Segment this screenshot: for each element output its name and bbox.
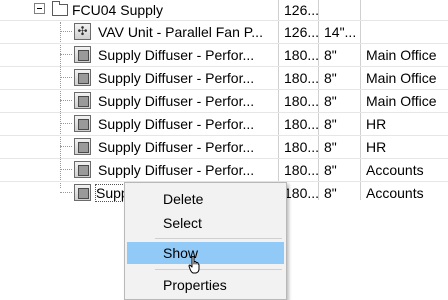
tree-row[interactable]: Supply Diffuser - Perfor... 180... 8" Ma… — [0, 44, 448, 67]
folder-icon — [52, 1, 68, 16]
row-name: Supply Diffuser - Perfor... — [98, 70, 255, 86]
row-col3: HR — [366, 139, 387, 155]
row-col2: 14"... — [324, 24, 357, 40]
row-name: VAV Unit - Parallel Fan P... — [98, 24, 263, 40]
menu-item-show[interactable]: Show — [127, 242, 284, 264]
diffuser-icon — [74, 69, 91, 86]
row-name: Supply Diffuser - Perfor... — [98, 116, 255, 132]
diffuser-icon — [74, 92, 91, 109]
tree-connector — [60, 169, 72, 170]
row-col3: Main Office — [366, 47, 437, 63]
tree-connector — [60, 54, 72, 55]
row-col2: 8" — [324, 139, 337, 155]
row-col3: Accounts — [366, 162, 424, 178]
tree-row[interactable]: Supply Diffuser - Perfor... 180... 8" Ma… — [0, 90, 448, 113]
tree-connector — [60, 77, 72, 78]
menu-item-delete[interactable]: Delete — [127, 188, 284, 210]
hand-cursor-icon — [188, 256, 200, 274]
row-col3: Accounts — [366, 185, 424, 201]
menu-item-label: Properties — [163, 277, 227, 293]
row-name: Supply Diffuser - Perfor... — [98, 139, 255, 155]
tree-connector — [60, 192, 72, 193]
tree-connector — [60, 123, 72, 124]
row-col1: 126... — [284, 24, 318, 40]
context-menu: Delete Select Show Properties — [124, 182, 287, 300]
row-col3: Main Office — [366, 70, 437, 86]
tree-row[interactable]: Supply Diffuser - Perfor... 180... 8" HR — [0, 113, 448, 136]
row-name: Supply Diffuser - Perfor... — [98, 162, 255, 178]
row-col1: 180... — [284, 139, 318, 155]
row-col1: 180... — [284, 70, 318, 86]
menu-item-properties[interactable]: Properties — [127, 274, 284, 296]
menu-item-select[interactable]: Select — [127, 212, 284, 234]
tree-connector — [60, 146, 72, 147]
tree-connector — [60, 100, 72, 101]
collapse-icon[interactable] — [34, 3, 45, 14]
menu-separator — [155, 238, 282, 239]
menu-item-label: Delete — [163, 191, 204, 207]
diffuser-icon — [74, 115, 91, 132]
tree-row-root[interactable]: FCU04 Supply 126... — [0, 0, 448, 21]
row-col2: 8" — [324, 93, 337, 109]
tree-row[interactable]: Supply Diffuser - Perfor... 180... 8" HR — [0, 136, 448, 159]
tree-row[interactable]: ✣ VAV Unit - Parallel Fan P... 126... 14… — [0, 21, 448, 44]
row-col3: Main Office — [366, 93, 437, 109]
row-col1: 180... — [284, 93, 318, 109]
row-name: FCU04 Supply — [72, 2, 164, 18]
diffuser-icon — [74, 138, 91, 155]
row-col1: 180... — [284, 162, 318, 178]
row-col3: HR — [366, 116, 387, 132]
row-col1: 180... — [284, 116, 318, 132]
row-name: Supply Diffuser - Perfor... — [98, 47, 255, 63]
row-name: Supply Diffuser - Perfor... — [98, 93, 255, 109]
row-col2: 8" — [324, 47, 337, 63]
tree-connector — [60, 31, 72, 32]
menu-item-label: Select — [163, 215, 202, 231]
row-col2: 8" — [324, 185, 337, 201]
system-browser-tree: FCU04 Supply 126... ✣ VAV Unit - Paralle… — [0, 0, 448, 204]
diffuser-icon — [74, 46, 91, 63]
row-col1: 180... — [284, 185, 318, 201]
diffuser-icon — [74, 184, 91, 201]
tree-row[interactable]: Supply Diffuser - Perfor... 180... 8" Ac… — [0, 159, 448, 182]
menu-separator — [155, 269, 282, 270]
fan-unit-icon: ✣ — [74, 23, 91, 40]
tree-row[interactable]: Supply Diffuser - Perfor... 180... 8" Ma… — [0, 67, 448, 90]
row-col2: 8" — [324, 70, 337, 86]
row-col1: 126... — [284, 2, 318, 18]
diffuser-icon — [74, 161, 91, 178]
row-col1: 180... — [284, 47, 318, 63]
row-col2: 8" — [324, 116, 337, 132]
row-col2: 8" — [324, 162, 337, 178]
